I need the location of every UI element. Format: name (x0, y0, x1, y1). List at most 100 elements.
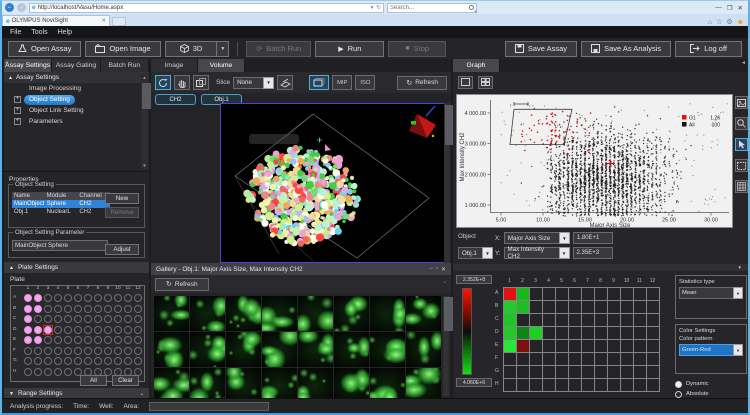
heatmap-cell-F10[interactable] (621, 353, 633, 365)
heatmap-cell-F7[interactable] (582, 353, 594, 365)
close-button[interactable]: ✕ (738, 4, 743, 12)
heatmap-cell-G10[interactable] (621, 366, 633, 378)
heatmap-cell-G8[interactable] (595, 366, 607, 378)
well-D10[interactable] (113, 325, 123, 336)
well-C4[interactable] (53, 314, 63, 325)
heatmap-cell-C2[interactable] (517, 314, 529, 326)
well-B4[interactable] (53, 304, 63, 315)
refresh-icon[interactable]: ↻ (376, 5, 381, 11)
heatmap-cell-G11[interactable] (634, 366, 646, 378)
heatmap-cell-E11[interactable] (634, 340, 646, 352)
tree-item-parameters[interactable]: +Parameters (4, 116, 149, 127)
well-F7[interactable] (83, 346, 93, 357)
heatmap-cell-D3[interactable] (530, 327, 542, 339)
volume-3d-viewport[interactable] (220, 103, 446, 263)
maximize-button[interactable]: ❐ (727, 4, 733, 12)
tree-scrollbar[interactable]: ▲ ▼ (141, 74, 148, 169)
section-expand-icon[interactable]: ▼ (9, 391, 14, 397)
heatmap-cell-B3[interactable] (530, 301, 542, 313)
well-E2[interactable] (33, 335, 43, 346)
heatmap-cell-B2[interactable] (517, 301, 529, 313)
well-B6[interactable] (73, 304, 83, 315)
tree-item-object-link-setting[interactable]: +Object Link Setting (4, 105, 149, 116)
heatmap-splitter[interactable]: ▼ (453, 264, 750, 271)
new-tab-button[interactable] (112, 17, 126, 26)
heatmap-cell-F9[interactable] (608, 353, 620, 365)
heatmap-cell-C4[interactable] (543, 314, 555, 326)
menu-file[interactable]: File (10, 29, 21, 36)
heatmap-cell-C3[interactable] (530, 314, 542, 326)
menu-help[interactable]: Help (58, 29, 72, 36)
gallery-thumbnail[interactable] (370, 296, 405, 331)
heatmap-cell-D6[interactable] (569, 327, 581, 339)
batch-run-button[interactable]: ⟳ Batch Run (246, 41, 311, 57)
well-B11[interactable] (123, 304, 133, 315)
heatmap-cell-G1[interactable] (504, 366, 516, 378)
heatmap-cell-C7[interactable] (582, 314, 594, 326)
heatmap-cell-C12[interactable] (647, 314, 659, 326)
well-A11[interactable] (123, 293, 133, 304)
tab-assay-gating[interactable]: Assay Gating (52, 59, 100, 72)
object-dropdown[interactable]: Obj.1 ▼ (458, 247, 493, 259)
heatmap-cell-A12[interactable] (647, 288, 659, 300)
well-D9[interactable] (103, 325, 113, 336)
heatmap-cell-D1[interactable] (504, 327, 516, 339)
tab-assay-settings[interactable]: Assay Settings (4, 59, 52, 72)
heatmap-cell-B10[interactable] (621, 301, 633, 313)
rectangle-gate-button[interactable] (735, 159, 748, 172)
new-button[interactable]: New (105, 193, 139, 204)
right-collapse-arrow[interactable]: ◄ (741, 60, 746, 66)
well-G11[interactable] (123, 356, 133, 367)
well-B10[interactable] (113, 304, 123, 315)
heatmap-cell-A2[interactable] (517, 288, 529, 300)
well-F1[interactable] (23, 346, 33, 357)
heatmap-cell-D2[interactable] (517, 327, 529, 339)
heatmap-cell-G2[interactable] (517, 366, 529, 378)
gallery-thumbnail[interactable] (154, 368, 189, 398)
heatmap-cell-A7[interactable] (582, 288, 594, 300)
heatmap-cell-D5[interactable] (556, 327, 568, 339)
dynamic-radio[interactable]: Dynamic (675, 379, 747, 389)
y-value-box[interactable]: 2.35E+3 (573, 247, 613, 259)
tab-close-icon[interactable]: ✕ (101, 18, 106, 24)
heatmap-cell-A8[interactable] (595, 288, 607, 300)
well-G7[interactable] (83, 356, 93, 367)
well-E9[interactable] (103, 335, 113, 346)
statistics-type-dropdown[interactable]: Mean ▼ (679, 287, 743, 299)
gallery-thumbnail[interactable] (190, 332, 225, 367)
expand-plus-icon[interactable]: + (14, 96, 21, 103)
tab-volume[interactable]: Volume (198, 59, 245, 72)
heatmap-cell-H10[interactable] (621, 379, 633, 391)
well-G12[interactable] (133, 356, 143, 367)
heatmap-cell-E6[interactable] (569, 340, 581, 352)
tree-root-assay-settings[interactable]: ▲ Assay Settings (4, 72, 149, 83)
heatmap-cell-B1[interactable] (504, 301, 516, 313)
pan-tool-button[interactable] (174, 75, 190, 90)
minimize-button[interactable]: — (715, 4, 722, 12)
heatmap-cell-B9[interactable] (608, 301, 620, 313)
well-F11[interactable] (123, 346, 133, 357)
dropdown-arrow-icon[interactable]: ▼ (559, 247, 570, 259)
scroll-up-icon[interactable]: ▲ (141, 74, 148, 81)
well-A6[interactable] (73, 293, 83, 304)
heatmap-cell-A1[interactable] (504, 288, 516, 300)
well-E7[interactable] (83, 335, 93, 346)
expand-plus-icon[interactable]: + (14, 107, 21, 114)
well-C3[interactable] (43, 314, 53, 325)
well-G1[interactable] (23, 356, 33, 367)
gallery-thumbnail[interactable] (226, 332, 261, 367)
run-button[interactable]: ▶ Run (315, 41, 384, 57)
volume-refresh-button[interactable]: ↻ Refresh (397, 76, 447, 90)
heatmap-cell-B11[interactable] (634, 301, 646, 313)
heatmap-cell-C1[interactable] (504, 314, 516, 326)
well-A1[interactable] (23, 293, 33, 304)
search-icon[interactable] (469, 5, 474, 10)
gallery-thumbnail[interactable] (334, 332, 369, 367)
open-image-button[interactable]: Open Image (85, 41, 160, 57)
well-F9[interactable] (103, 346, 113, 357)
well-D8[interactable] (93, 325, 103, 336)
well-D2[interactable] (33, 325, 43, 336)
tab-graph[interactable]: Graph (453, 59, 500, 72)
well-B7[interactable] (83, 304, 93, 315)
well-C8[interactable] (93, 314, 103, 325)
